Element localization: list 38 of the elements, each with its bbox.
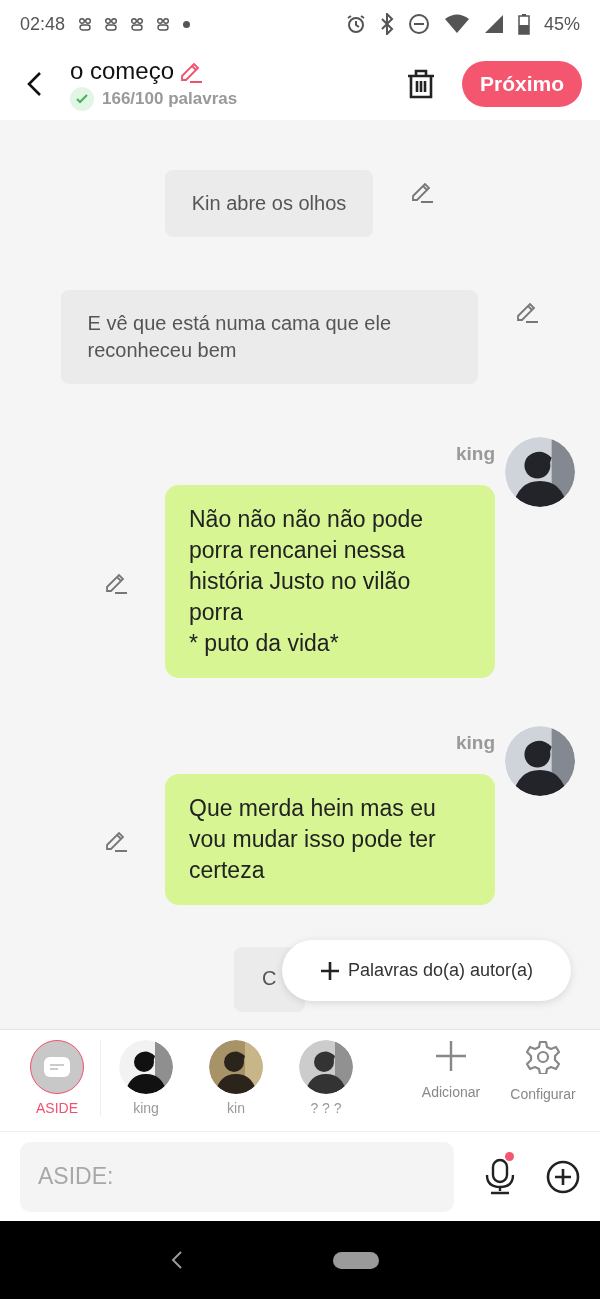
message-bubble: Não não não não pode porra rencanei nessa história Justo no vilão porra * puto da vida*: [165, 485, 495, 678]
bluetooth-icon: [379, 13, 394, 35]
notification-icon: [105, 17, 118, 31]
author-words-button[interactable]: Palavras do(a) autor(a): [282, 940, 571, 1001]
input-field[interactable]: ASIDE:: [20, 1141, 454, 1212]
settings-icon[interactable]: [526, 1040, 560, 1074]
wifi-icon: [443, 14, 470, 34]
add-icon[interactable]: [435, 1040, 467, 1072]
add-circle-icon[interactable]: [546, 1159, 580, 1194]
battery-icon: [517, 13, 530, 35]
alarm-icon: [345, 14, 366, 34]
do-not-disturb-icon: [407, 13, 430, 35]
trash-icon[interactable]: [405, 68, 436, 100]
character-name: king: [454, 732, 495, 754]
action-label[interactable]: Adicionar: [421, 1084, 481, 1100]
character-label[interactable]: kin: [227, 1100, 245, 1116]
aside-avatar[interactable]: [30, 1040, 84, 1094]
status-time: 02:48: [20, 13, 66, 35]
word-count: 166/100 palavras: [102, 89, 238, 109]
signal-icon: [483, 14, 504, 34]
dot-icon: [183, 20, 191, 28]
action-label[interactable]: Configurar: [510, 1086, 576, 1102]
character-label[interactable]: king: [133, 1100, 159, 1116]
character-label[interactable]: ASIDE: [36, 1100, 78, 1116]
battery-percent: 45%: [543, 13, 580, 35]
character-label[interactable]: ? ? ?: [310, 1100, 342, 1116]
character-name: king: [454, 443, 495, 465]
narration-bubble: E vê que está numa cama que ele reconheceu bem: [60, 290, 478, 384]
narration-bubble: Kin abre os olhos: [164, 170, 374, 237]
plus-icon: [319, 960, 340, 981]
message-bubble: Que merda hein mas eu vou mudar isso pode ter certeza: [165, 774, 495, 905]
notification-icon: [157, 17, 170, 31]
back-nav-icon[interactable]: [171, 1251, 183, 1269]
next-button[interactable]: Próximo: [461, 61, 582, 107]
story-title: o começo: [70, 57, 175, 85]
notification-icon: [79, 17, 92, 31]
home-button[interactable]: [333, 1251, 379, 1269]
notification-icon: [131, 17, 144, 31]
